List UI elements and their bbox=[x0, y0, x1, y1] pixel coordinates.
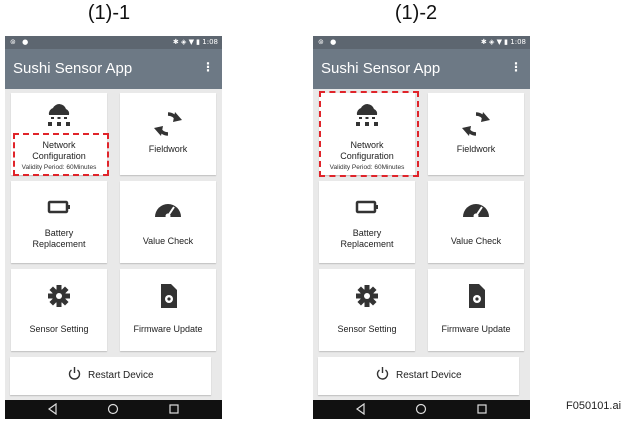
phone-screen-right: ⊚ ● ✱ ◈ ▼ ▮ 1:08 Sushi Sensor App ⋮ Netw… bbox=[313, 36, 530, 419]
recents-icon[interactable] bbox=[476, 403, 488, 415]
gauge-icon bbox=[463, 204, 489, 219]
status-time: 1:08 bbox=[510, 38, 526, 46]
app-title: Sushi Sensor App bbox=[321, 60, 441, 77]
label-line2: Replacement bbox=[340, 239, 394, 249]
value-check-label: Value Check bbox=[142, 236, 194, 246]
more-vert-icon[interactable]: ⋮ bbox=[510, 60, 522, 74]
sync-icon bbox=[154, 112, 182, 136]
firmware-update-label: Firmware Update bbox=[441, 324, 511, 334]
notification-icons: ⊚ ● bbox=[10, 38, 31, 46]
gauge-icon bbox=[155, 204, 181, 219]
home-icon[interactable] bbox=[107, 403, 119, 415]
android-nav-bar bbox=[313, 400, 530, 419]
label-line1: Battery bbox=[44, 228, 74, 238]
app-bar: Sushi Sensor App ⋮ bbox=[313, 49, 530, 89]
fieldwork-label: Fieldwork bbox=[456, 144, 496, 154]
power-icon bbox=[376, 367, 389, 380]
back-icon[interactable] bbox=[355, 403, 367, 415]
more-vert-icon[interactable]: ⋮ bbox=[202, 60, 214, 74]
restart-device-label: Restart Device bbox=[396, 370, 462, 381]
label-line1: Battery bbox=[352, 228, 382, 238]
notification-icons: ⊚ ● bbox=[318, 38, 339, 46]
sensor-setting-label: Sensor Setting bbox=[337, 324, 397, 334]
app-bar: Sushi Sensor App ⋮ bbox=[5, 49, 222, 89]
status-icons: ✱ ◈ ▼ ▮ 1:08 bbox=[172, 38, 218, 46]
restart-device-label: Restart Device bbox=[88, 370, 154, 381]
sensor-setting-label: Sensor Setting bbox=[29, 324, 89, 334]
label-line2: Replacement bbox=[32, 239, 86, 249]
battery-replacement-tile[interactable]: Battery Replacement bbox=[11, 181, 107, 263]
fieldwork-label: Fieldwork bbox=[148, 144, 188, 154]
sensor-setting-tile[interactable]: Sensor Setting bbox=[319, 269, 415, 351]
app-title: Sushi Sensor App bbox=[13, 60, 133, 77]
caption-left: (1)-1 bbox=[87, 2, 131, 24]
sync-icon bbox=[462, 112, 490, 136]
value-check-label: Value Check bbox=[450, 236, 502, 246]
firmware-update-tile[interactable]: Firmware Update bbox=[428, 269, 524, 351]
status-bar: ⊚ ● ✱ ◈ ▼ ▮ 1:08 bbox=[5, 36, 222, 49]
restart-device-button[interactable]: Restart Device bbox=[10, 357, 211, 395]
sensor-setting-tile[interactable]: Sensor Setting bbox=[11, 269, 107, 351]
fieldwork-tile[interactable]: Fieldwork bbox=[428, 93, 524, 175]
value-check-tile[interactable]: Value Check bbox=[428, 181, 524, 263]
highlight-box-network-tile bbox=[319, 91, 419, 177]
status-bar: ⊚ ● ✱ ◈ ▼ ▮ 1:08 bbox=[313, 36, 530, 49]
home-icon[interactable] bbox=[415, 403, 427, 415]
gear-icon bbox=[48, 285, 70, 307]
restart-device-button[interactable]: Restart Device bbox=[318, 357, 519, 395]
status-time: 1:08 bbox=[202, 38, 218, 46]
android-nav-bar bbox=[5, 400, 222, 419]
firmware-update-tile[interactable]: Firmware Update bbox=[120, 269, 216, 351]
caption-right: (1)-2 bbox=[394, 2, 438, 24]
firmware-update-label: Firmware Update bbox=[133, 324, 203, 334]
battery-replacement-tile[interactable]: Battery Replacement bbox=[319, 181, 415, 263]
file-gear-icon bbox=[469, 284, 485, 308]
file-gear-icon bbox=[161, 284, 177, 308]
battery-icon bbox=[355, 200, 378, 214]
power-icon bbox=[68, 367, 81, 380]
back-icon[interactable] bbox=[47, 403, 59, 415]
highlight-box-validity bbox=[13, 133, 109, 176]
battery-icon bbox=[47, 200, 70, 214]
fieldwork-tile[interactable]: Fieldwork bbox=[120, 93, 216, 175]
gear-icon bbox=[356, 285, 378, 307]
status-icons: ✱ ◈ ▼ ▮ 1:08 bbox=[480, 38, 526, 46]
recents-icon[interactable] bbox=[168, 403, 180, 415]
battery-replacement-label: Battery Replacement bbox=[11, 228, 107, 250]
figure-id: F050101.ai bbox=[566, 400, 622, 412]
phone-screen-left: ⊚ ● ✱ ◈ ▼ ▮ 1:08 Sushi Sensor App ⋮ Netw… bbox=[5, 36, 222, 419]
cloud-network-icon bbox=[48, 104, 70, 126]
battery-replacement-label: Battery Replacement bbox=[319, 228, 415, 250]
value-check-tile[interactable]: Value Check bbox=[120, 181, 216, 263]
